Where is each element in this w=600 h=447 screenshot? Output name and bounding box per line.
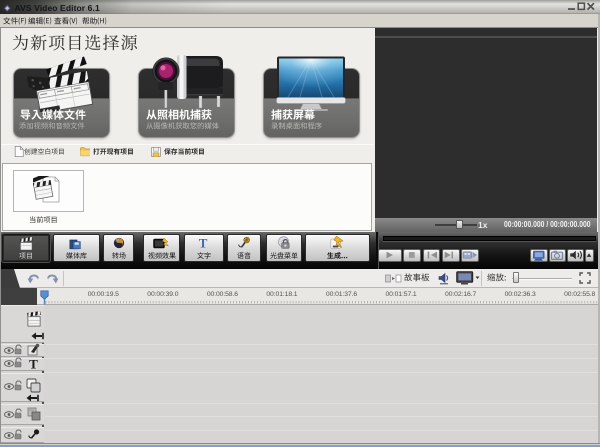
svg-text:T: T <box>199 236 208 250</box>
svg-text:T: T <box>29 357 38 370</box>
